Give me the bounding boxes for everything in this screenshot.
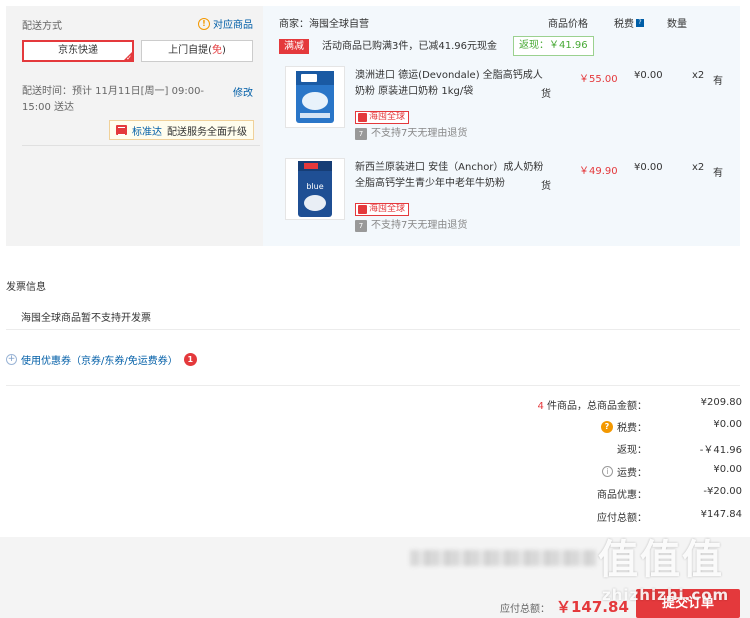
merchant-name: 商家：海囤全球自营 (279, 19, 369, 30)
product-quantity: x2 (692, 70, 705, 81)
divider (22, 145, 260, 146)
haitun-badge: 海囤全球 (355, 111, 410, 124)
help-icon[interactable]: ? (636, 18, 644, 27)
haitun-badge: 海囤全球 (355, 203, 410, 216)
summary-discount-row: 商品优惠： -¥20.00 (342, 486, 742, 501)
column-header-tax: 税费 ? (614, 15, 644, 30)
tax-label: 税费： (617, 423, 647, 434)
shipping-option-self-pickup[interactable]: 上门自提(免) (141, 40, 253, 62)
product-tax: ¥0.00 (634, 70, 663, 81)
promo-tag: 满减 (279, 39, 309, 54)
match-products-label: 对应商品 (213, 20, 253, 31)
product-stock: 有 (713, 76, 723, 87)
shipping-panel: 配送方式 ! 对应商品 京东快递 ✓ 上门自提(免) 配送时间：预计 11月11… (6, 6, 260, 246)
coupon-toggle[interactable]: + 使用优惠券（京券/东券/免运费券） 1 (6, 352, 197, 367)
product-stock: 有 (713, 168, 723, 179)
due-label: 应付总额： (597, 513, 647, 524)
truck-icon (116, 125, 127, 135)
due-value: ¥147.84 (700, 509, 742, 520)
product-price: ￥49.90 (579, 166, 618, 177)
no-return-notice: 7 不支持7天无理由退货 (355, 220, 467, 232)
order-top-block: 配送方式 ! 对应商品 京东快递 ✓ 上门自提(免) 配送时间：预计 11月11… (6, 6, 740, 246)
shipping-fee-value: ¥0.00 (713, 464, 742, 475)
summary-shipping-row: i 运费： ¥0.00 (342, 464, 742, 479)
product-image[interactable] (285, 66, 345, 128)
rebate-badge: 返现：￥41.96 (513, 36, 594, 56)
column-header-tax-label: 税费 (614, 19, 634, 30)
info-icon[interactable]: i (602, 466, 613, 477)
coupon-count-badge: 1 (183, 353, 197, 366)
svg-text:blue: blue (306, 182, 323, 191)
invoice-text: 海囤全球商品暂不支持开发票 (21, 313, 151, 324)
no-return-icon: 7 (355, 220, 367, 232)
bag-icon (358, 205, 367, 214)
goods-total: ¥209.80 (700, 397, 742, 408)
shipping-option-jd-express[interactable]: 京东快递 ✓ (22, 40, 134, 62)
blurred-address (410, 550, 596, 566)
free-tag: 免 (212, 45, 222, 56)
pay-value: ￥147.84 (556, 598, 629, 616)
standard-delivery-tip: 标准达 配送服务全面升级 (109, 120, 254, 140)
bag-icon (358, 113, 367, 122)
warning-icon: ! (198, 17, 210, 30)
rebate-label: 返现： (617, 445, 647, 456)
discount-value: -¥20.00 (703, 486, 742, 497)
discount-label: 商品优惠： (597, 490, 647, 501)
item-count-text: 件商品，总商品金额： (543, 401, 647, 412)
invoice-title: 发票信息 (6, 282, 46, 293)
coupon-label: 使用优惠券（京券/东券/免运费券） (21, 356, 178, 367)
modify-delivery-link[interactable]: 修改 (233, 84, 253, 99)
shipping-option-label: 京东快递 (58, 45, 98, 56)
summary-rebate-row: 返现： -￥41.96 (342, 441, 742, 456)
standard-delivery-text: 配送服务全面升级 (167, 126, 247, 138)
plus-icon: + (6, 354, 17, 365)
shipping-title: 配送方式 (22, 21, 62, 32)
no-return-notice: 7 不支持7天无理由退货 (355, 128, 467, 140)
standard-delivery-name[interactable]: 标准达 (132, 123, 162, 138)
summary-total-row: 4 件商品，总商品金额： ¥209.80 (342, 397, 742, 412)
checkout-bar: 应付总额： ￥147.84 提交订单 (0, 537, 750, 618)
pay-label: 应付总额： (500, 604, 550, 615)
divider (6, 385, 740, 386)
check-icon: ✓ (126, 54, 132, 62)
haitun-badge-label: 海囤全球 (369, 112, 406, 122)
product-tail: 货 (541, 181, 551, 192)
product-price: ￥55.00 (579, 74, 618, 85)
no-return-label: 不支持7天无理由退货 (371, 220, 468, 231)
product-name[interactable]: 澳洲进口 德运(Devondale) 全脂高钙成人奶粉 原装进口奶粉 1kg/袋 (355, 68, 549, 100)
product-quantity: x2 (692, 162, 705, 173)
rebate-value: -￥41.96 (699, 445, 742, 456)
match-products-link[interactable]: ! 对应商品 (198, 16, 253, 31)
column-header-qty: 数量 (667, 19, 687, 30)
column-header-price: 商品价格 (548, 19, 588, 30)
delivery-time: 配送时间：预计 11月11日[周一] 09:00-15:00 送达 (22, 86, 205, 113)
product-item: 澳洲进口 德运(Devondale) 全脂高钙成人奶粉 原装进口奶粉 1kg/袋… (279, 66, 739, 142)
tax-help-icon[interactable]: ? (601, 420, 613, 433)
product-name[interactable]: 新西兰原装进口 安佳（Anchor）成人奶粉 全脂高钙学生青少年中老年牛奶粉 (355, 160, 549, 192)
product-tax: ¥0.00 (634, 162, 663, 173)
product-image[interactable]: blue (285, 158, 345, 220)
no-return-label: 不支持7天无理由退货 (371, 128, 468, 139)
divider (6, 329, 740, 330)
summary-tax-row: ? 税费： ¥0.00 (342, 419, 742, 434)
no-return-icon: 7 (355, 128, 367, 140)
submit-order-button[interactable]: 提交订单 (636, 589, 740, 618)
summary-due-row: 应付总额： ¥147.84 (342, 509, 742, 524)
tax-value: ¥0.00 (713, 419, 742, 430)
shipping-option-label: 上门自提 (168, 45, 209, 56)
product-tail: 货 (541, 89, 551, 100)
store-panel: 商家：海囤全球自营 商品价格 税费 ? 数量 满减 活动商品已购满3件，已减41… (263, 6, 740, 246)
shipping-fee-label: 运费： (617, 468, 647, 479)
product-item: blue 新西兰原装进口 安佳（Anchor）成人奶粉 全脂高钙学生青少年中老年… (279, 158, 739, 234)
haitun-badge-label: 海囤全球 (369, 204, 406, 214)
promo-text: 活动商品已购满3件，已减41.96元现金 (322, 41, 497, 52)
